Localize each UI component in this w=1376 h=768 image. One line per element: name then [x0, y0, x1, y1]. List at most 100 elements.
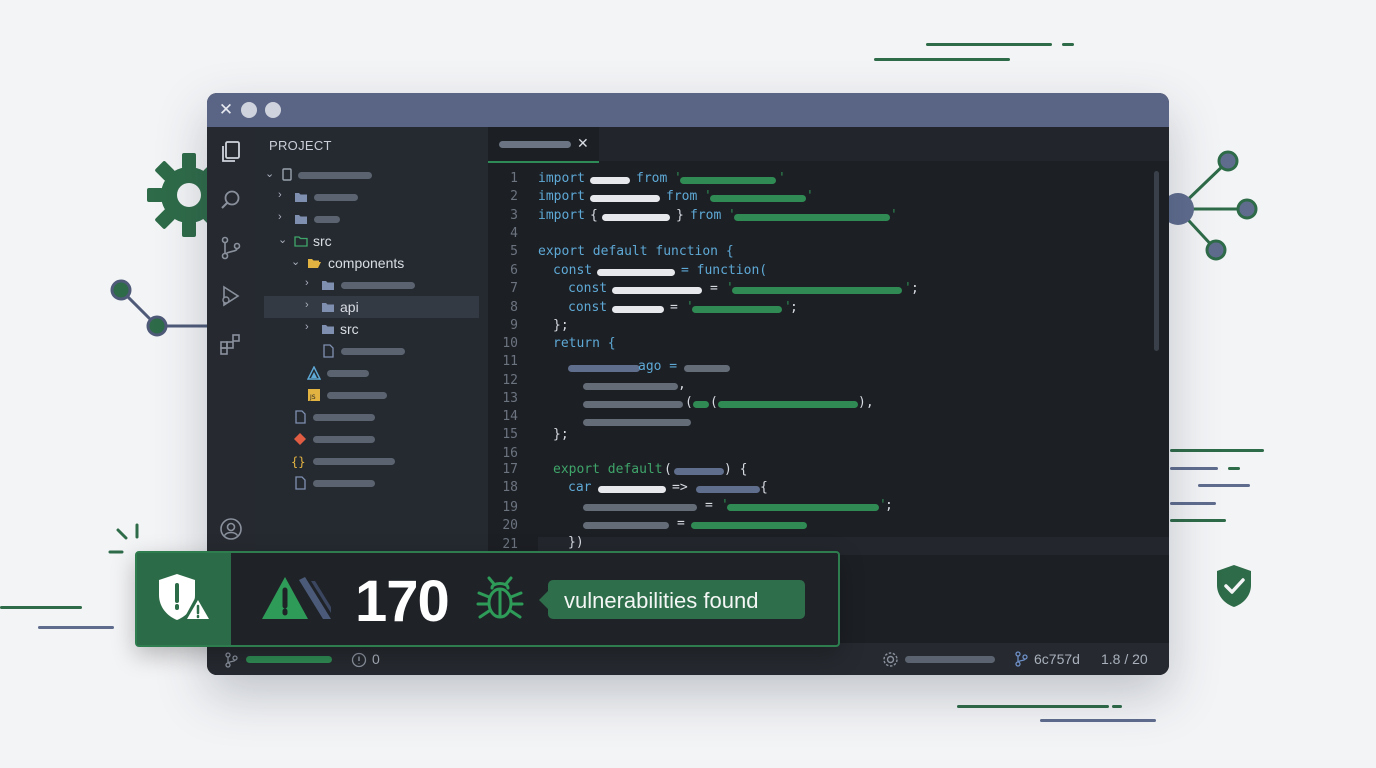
placeholder-label — [313, 458, 395, 465]
commit-hash[interactable]: 6c757d — [1034, 651, 1080, 667]
tree-item[interactable] — [264, 406, 479, 428]
run-debug-icon[interactable] — [219, 284, 243, 308]
punctuation-token: }; — [553, 318, 569, 333]
svg-text:{}: {} — [291, 455, 305, 468]
chevron-down-icon: ⌄ — [265, 168, 275, 180]
punctuation-token: , — [678, 377, 686, 392]
identifier-placeholder — [696, 486, 760, 493]
tree-item-label: src — [340, 321, 359, 337]
js-file-icon: JS — [308, 389, 320, 401]
code-line: , — [538, 377, 838, 395]
tree-item-src-nested[interactable]: › src — [264, 318, 479, 340]
branch-name-placeholder[interactable] — [246, 656, 332, 663]
network-node-icon — [1162, 150, 1258, 261]
close-tab-icon[interactable]: ✕ — [577, 135, 589, 152]
git-file-icon — [294, 433, 306, 445]
punctuation-token: ( — [710, 395, 718, 410]
decor-line — [957, 705, 1109, 708]
tree-item[interactable]: {} — [264, 450, 479, 472]
decor-line — [38, 626, 114, 629]
identifier-placeholder — [590, 195, 660, 202]
tree-item-src[interactable]: ⌄ src — [264, 230, 479, 252]
chevron-down-icon: ⌄ — [291, 256, 301, 268]
tree-item[interactable]: › — [264, 274, 479, 296]
cursor-position[interactable]: 1.8 / 20 — [1101, 651, 1148, 667]
tree-item[interactable] — [264, 340, 479, 362]
operator-token: = — [710, 281, 718, 296]
placeholder-label — [313, 436, 375, 443]
tree-item[interactable]: › — [264, 208, 479, 230]
keyword-token: export default — [553, 462, 663, 477]
svg-text:JS: JS — [309, 394, 316, 401]
tree-item[interactable]: ⌄ — [264, 164, 479, 186]
string-placeholder — [710, 195, 806, 202]
title-bar: ✕ — [207, 93, 1169, 127]
vulnerability-alert[interactable]: 170 vulnerabilities found — [135, 551, 840, 647]
punctuation-token: }; — [553, 427, 569, 442]
problems-count[interactable]: 0 — [372, 651, 380, 667]
placeholder-label — [341, 282, 415, 289]
tab-label-placeholder — [499, 141, 571, 148]
search-icon[interactable] — [219, 188, 243, 212]
minimize-button[interactable] — [241, 102, 257, 118]
shield-warning-icon — [159, 574, 213, 623]
webpack-file-icon — [307, 366, 321, 380]
identifier-placeholder — [598, 486, 666, 493]
identifier-placeholder — [693, 401, 709, 408]
identifier-placeholder — [597, 269, 675, 276]
problems-icon[interactable] — [351, 652, 367, 668]
tree-item[interactable] — [264, 428, 479, 450]
punctuation-token: ; — [911, 281, 919, 296]
decor-line — [1170, 502, 1216, 505]
branch-icon[interactable] — [224, 652, 238, 668]
settings-gear-icon[interactable] — [882, 651, 899, 668]
close-icon[interactable]: ✕ — [218, 101, 234, 118]
folder-icon — [295, 215, 307, 224]
identifier-placeholder — [590, 177, 630, 184]
placeholder-label — [341, 348, 405, 355]
line-number: 15 — [502, 427, 518, 442]
tree-item[interactable]: › — [264, 186, 479, 208]
files-icon[interactable] — [219, 140, 243, 164]
line-number: 9 — [510, 318, 518, 333]
punctuation-token: { — [590, 208, 598, 223]
tree-item[interactable]: JS — [264, 384, 479, 406]
string-token: ' — [806, 189, 814, 204]
code-line: export default ( ) { — [538, 462, 838, 480]
folder-icon — [295, 193, 307, 202]
tree-item-components[interactable]: ⌄ components — [264, 252, 479, 274]
line-number: 5 — [510, 244, 518, 259]
code-line: return { — [538, 336, 616, 354]
punctuation-token: } — [676, 208, 684, 223]
code-line: import from ' ' — [538, 171, 838, 189]
tree-item[interactable] — [264, 472, 479, 494]
editor-scrollbar[interactable] — [1154, 171, 1159, 351]
json-file-icon: {} — [291, 455, 305, 468]
keyword-token: from — [690, 208, 722, 223]
identifier-placeholder — [674, 468, 724, 475]
decor-line — [1228, 467, 1240, 470]
decor-line — [874, 58, 1010, 61]
tree-item-api[interactable]: › api — [264, 296, 479, 318]
keyword-token: const — [568, 300, 608, 315]
operator-token: = — [677, 516, 685, 531]
commit-icon[interactable] — [1014, 651, 1028, 667]
punctuation-token: ; — [790, 300, 798, 315]
file-icon — [323, 344, 334, 358]
decor-line — [1062, 43, 1074, 46]
keyword-token: const — [553, 263, 593, 278]
string-placeholder — [692, 306, 782, 313]
chevron-right-icon: › — [278, 189, 282, 201]
source-control-icon[interactable] — [219, 236, 243, 260]
line-number: 21 — [502, 537, 518, 552]
keyword-token: export default function { — [538, 244, 734, 259]
placeholder-label — [327, 392, 387, 399]
maximize-button[interactable] — [265, 102, 281, 118]
string-placeholder — [691, 522, 807, 529]
code-line: = ' ' ; — [538, 498, 938, 516]
editor-tab[interactable]: ✕ — [488, 127, 599, 163]
tree-item[interactable] — [264, 362, 479, 384]
extensions-icon[interactable] — [219, 332, 243, 356]
account-icon[interactable] — [219, 517, 243, 541]
keyword-token: return { — [553, 336, 616, 351]
